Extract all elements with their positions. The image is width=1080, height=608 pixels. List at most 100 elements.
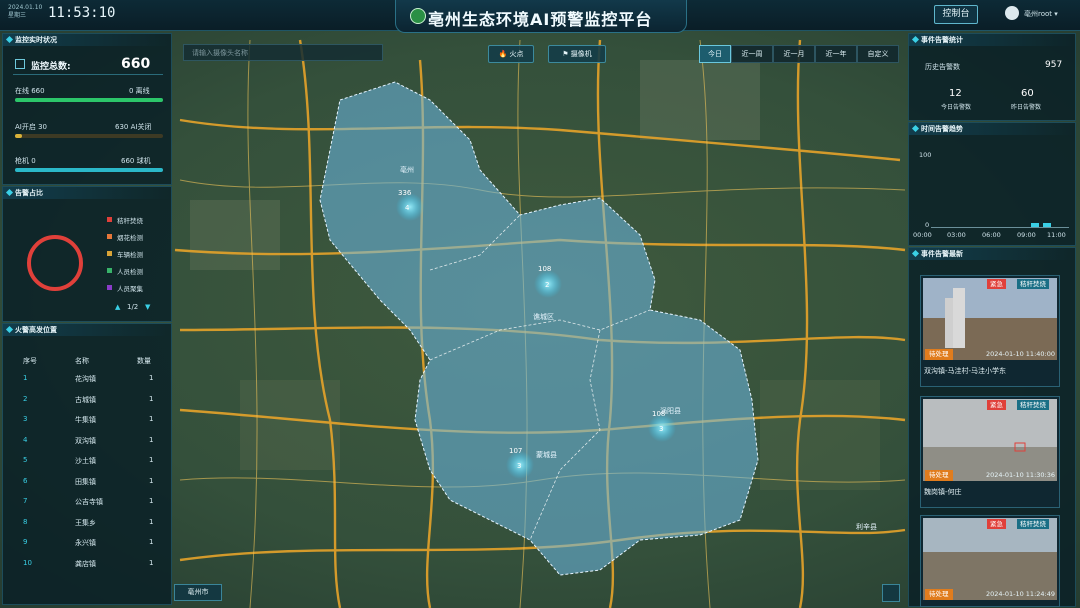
table-cell: 田集镇 xyxy=(75,477,96,486)
table-cell: 王集乡 xyxy=(75,518,96,527)
event-time: 2024-01-10 11:30:36 xyxy=(985,471,1055,479)
event-snapshot[interactable] xyxy=(923,399,1057,481)
range-today[interactable]: 今日 xyxy=(699,45,731,63)
y-axis-min: 0 xyxy=(925,221,930,229)
map-marker-count[interactable]: 3 xyxy=(659,425,663,433)
trend-bar[interactable] xyxy=(1043,223,1051,227)
legend-item[interactable]: 秸秆焚烧 xyxy=(107,215,169,232)
history-value: 957 xyxy=(1045,60,1063,70)
search-input[interactable]: 请输入摄像头名称 xyxy=(183,44,383,61)
date-text: 2024.01.10 xyxy=(8,4,43,11)
status-badge: 待处理 xyxy=(925,589,953,600)
table-row[interactable]: 7 公吉寺镇 1 xyxy=(7,493,167,509)
map-marker-flag[interactable]: 108 xyxy=(538,265,551,273)
legend-prev-icon[interactable]: ▲ xyxy=(115,303,120,311)
table-cell: 花沟镇 xyxy=(75,375,96,383)
fire-icon: 🔥 xyxy=(498,50,508,58)
legend-label: 烟花检测 xyxy=(117,234,143,242)
x-tick: 11:00 xyxy=(1047,231,1066,239)
range-year[interactable]: 近一年 xyxy=(815,45,857,63)
donut-slice[interactable] xyxy=(27,235,83,291)
event-time: 2024-01-10 11:24:49 xyxy=(985,590,1055,598)
table-cell: 7 xyxy=(23,497,28,505)
table-row[interactable]: 5 沙土镇 1 xyxy=(7,452,167,468)
toggle-fire-button[interactable]: 🔥 火点 xyxy=(488,45,534,63)
clock: 11:53:10 xyxy=(48,5,116,21)
table-cell: 1 xyxy=(149,517,154,526)
table-row[interactable]: 2 古城镇 1 xyxy=(7,391,167,407)
toggle-camera-button[interactable]: ⚑ 摄像机 xyxy=(548,45,606,63)
alarm-donut-chart[interactable] xyxy=(9,207,99,307)
table-row[interactable]: 3 牛集镇 1 xyxy=(7,411,167,427)
city-button[interactable]: 亳州市 xyxy=(174,584,222,601)
table-row[interactable]: 1 花沟镇 1 xyxy=(7,370,167,386)
event-time: 2024-01-10 11:40:00 xyxy=(985,350,1055,358)
table-cell: 3 xyxy=(23,415,28,423)
logo-icon xyxy=(410,8,426,24)
x-tick: 00:00 xyxy=(913,231,932,239)
total-value: 660 xyxy=(121,56,151,72)
status-badge: 待处理 xyxy=(925,349,953,360)
table-row[interactable]: 8 王集乡 1 xyxy=(7,514,167,530)
header-cell: 名称 xyxy=(75,357,89,365)
layers-icon[interactable] xyxy=(882,584,900,602)
map-marker-flag[interactable]: 107 xyxy=(509,447,522,455)
table-row[interactable]: 9 永兴镇 1 xyxy=(7,534,167,550)
legend-item[interactable]: 烟花检测 xyxy=(107,232,169,249)
range-custom[interactable]: 自定义 xyxy=(857,45,899,63)
today-alarm-value: 12 xyxy=(949,88,962,99)
event-snapshot[interactable] xyxy=(923,518,1057,600)
event-location: 双沟镇-马洼村-马洼小学东 xyxy=(924,367,1007,375)
event-snapshot[interactable] xyxy=(923,278,1057,360)
map-place-label: 蒙城县 xyxy=(536,451,557,459)
table-cell: 龚店镇 xyxy=(75,559,96,568)
table-cell: 1 xyxy=(149,394,154,403)
event-card[interactable]: 紧急 秸秆焚烧 待处理 2024-01-10 11:40:00 双沟镇-马洼村-… xyxy=(920,275,1060,387)
legend-swatch xyxy=(107,234,112,239)
ai-track xyxy=(15,134,163,138)
map-marker-count[interactable]: 3 xyxy=(517,462,521,470)
legend-next-icon[interactable]: ▼ xyxy=(145,303,150,311)
range-week[interactable]: 近一周 xyxy=(731,45,773,63)
panel-title: 火警高发位置 xyxy=(3,324,171,336)
trend-panel: 时间告警趋势 100 0 00:00 03:00 06:00 09:00 11:… xyxy=(908,122,1076,246)
table-cell: 牛集镇 xyxy=(75,416,96,424)
table-cell: 沙土镇 xyxy=(75,457,96,465)
divider xyxy=(13,74,163,75)
page-title: 亳州生态环境AI预警监控平台 xyxy=(428,10,653,29)
legend-item[interactable]: 车辆检测 xyxy=(107,249,169,266)
event-card[interactable]: 紧急 秸秆焚烧 待处理 2024-01-10 11:30:36 魏岗镇-何庄 xyxy=(920,396,1060,508)
event-card[interactable]: 紧急 秸秆焚烧 待处理 2024-01-10 11:24:49 xyxy=(920,515,1060,607)
table-row[interactable]: 6 田集镇 1 xyxy=(7,473,167,489)
panel-title: 事件告警统计 xyxy=(909,34,1075,46)
total-label: 监控总数: xyxy=(31,62,71,72)
yesterday-alarm-value: 60 xyxy=(1021,88,1034,99)
table-cell: 古城镇 xyxy=(75,395,96,404)
header-cell: 数量 xyxy=(137,357,151,365)
table-row[interactable]: 10 龚店镇 1 xyxy=(7,555,167,571)
alarm-share-panel: 告警占比 秸秆焚烧 烟花检测 车辆检测 人员检测 人员聚集 ▲ 1/2 ▼ xyxy=(2,186,172,322)
trend-bar[interactable] xyxy=(1031,223,1039,227)
avatar[interactable] xyxy=(1005,6,1019,20)
table-cell: 1 xyxy=(149,456,154,464)
legend-item[interactable]: 人员聚集 xyxy=(107,283,169,300)
camera-type-track xyxy=(15,168,163,172)
legend-item[interactable]: 人员检测 xyxy=(107,266,169,283)
toggle-camera-label: 摄像机 xyxy=(570,50,592,58)
user-menu[interactable]: 亳州root ▾ xyxy=(1024,9,1058,19)
online-label: 在线 660 xyxy=(15,87,45,95)
map-marker-count[interactable]: 2 xyxy=(545,281,549,289)
table-cell: 10 xyxy=(23,558,32,567)
legend-swatch xyxy=(107,268,112,273)
table-cell: 1 xyxy=(149,374,154,382)
range-month[interactable]: 近一月 xyxy=(773,45,815,63)
table-cell: 双沟镇 xyxy=(75,436,96,445)
map-marker-count[interactable]: 4 xyxy=(405,204,409,212)
x-tick: 03:00 xyxy=(947,231,966,239)
console-button[interactable]: 控制台 xyxy=(934,5,978,24)
history-label: 历史告警数 xyxy=(925,63,960,71)
table-cell: 1 xyxy=(149,435,154,444)
table-row[interactable]: 4 双沟镇 1 xyxy=(7,432,167,448)
header-cell: 序号 xyxy=(23,357,37,365)
map-marker-flag[interactable]: 336 xyxy=(398,189,411,197)
